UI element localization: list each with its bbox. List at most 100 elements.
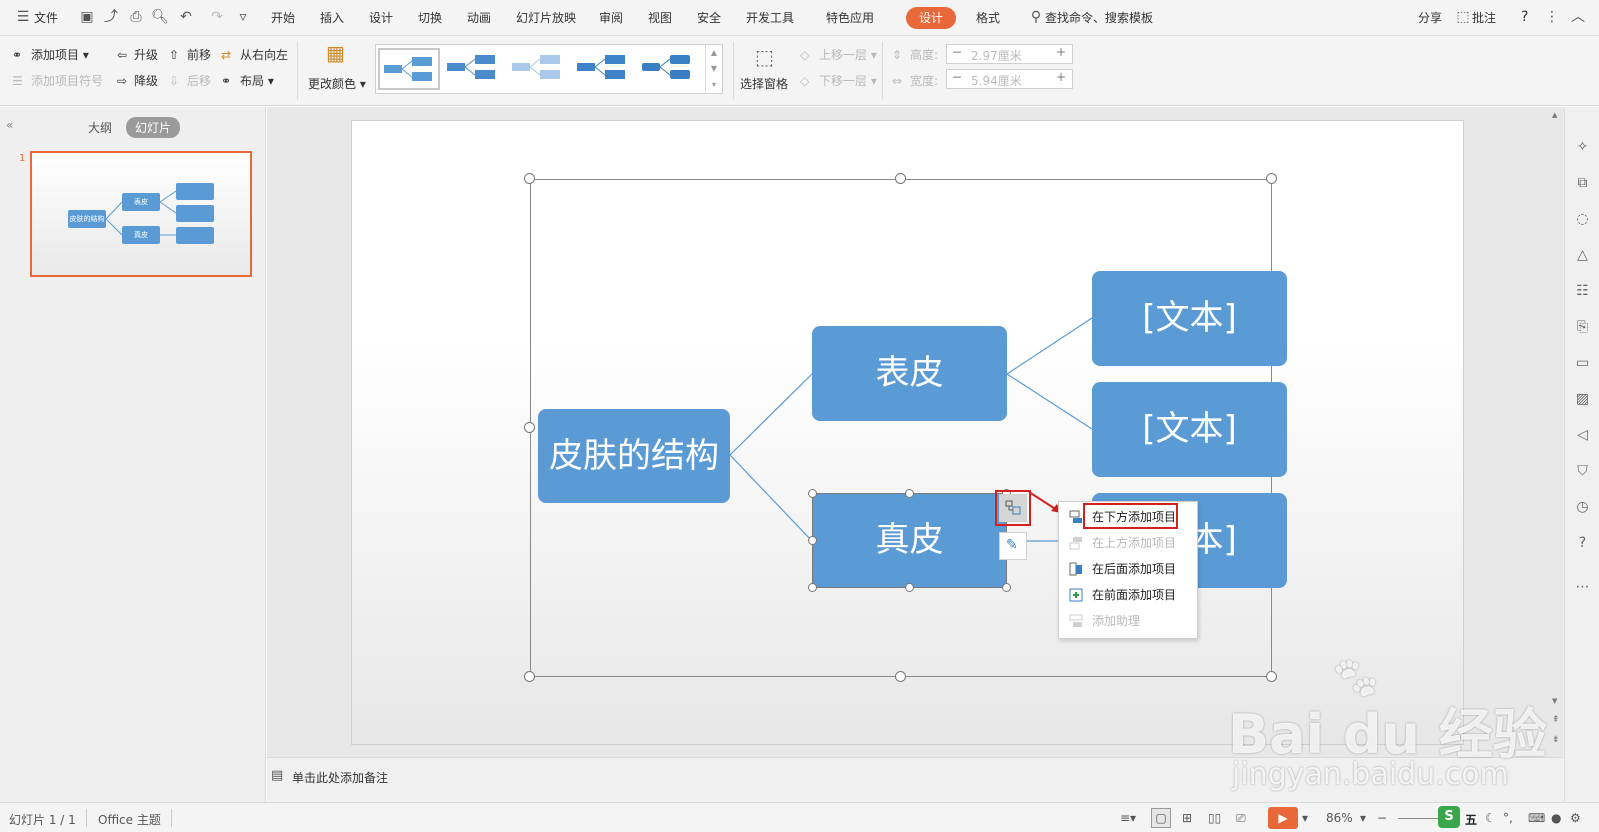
command-search[interactable]: 查找命令、搜索模板 — [1045, 9, 1153, 26]
smartart-root-node[interactable]: 皮肤的结构 — [538, 409, 730, 503]
menu-icon[interactable]: ☰ — [14, 8, 32, 26]
history-icon[interactable]: ◷ — [1574, 499, 1591, 516]
tab-review[interactable]: 审阅 — [599, 9, 623, 26]
menu-add-after[interactable]: 在后面添加项目 — [1059, 556, 1197, 582]
tab-animation[interactable]: 动画 — [467, 9, 491, 26]
print-preview-icon[interactable]: 🔍︎ — [151, 8, 169, 26]
style-option-1[interactable] — [378, 48, 440, 90]
more-dots-icon[interactable]: ⋯ — [1574, 579, 1591, 596]
menu-add-above[interactable]: 在上方添加项目 — [1059, 530, 1197, 556]
resize-handle[interactable] — [1266, 173, 1277, 184]
slide-canvas[interactable]: 皮肤的结构 表皮 真皮 [文本] [文本] [文本] — [351, 120, 1464, 745]
tab-slideshow[interactable]: 幻灯片放映 — [516, 9, 576, 26]
resize-handle[interactable] — [1266, 671, 1277, 682]
share-button[interactable]: 分享 — [1418, 9, 1442, 26]
tab-smartart-design[interactable]: 设计 — [906, 7, 956, 29]
play-slideshow-button[interactable]: ▶ — [1268, 807, 1298, 829]
theme-name[interactable]: Office 主题 — [98, 811, 161, 828]
tab-features[interactable]: 特色应用 — [826, 9, 874, 26]
presenter-view-icon[interactable]: ⎚ — [1236, 811, 1246, 826]
zoom-level[interactable]: 86% — [1326, 811, 1353, 825]
tab-start[interactable]: 开始 — [271, 9, 295, 26]
bring-forward-button[interactable]: 上移一层 ▾ — [819, 47, 877, 63]
tab-slides[interactable]: 幻灯片 — [126, 117, 181, 138]
next-slide-icon[interactable]: ⇟ — [1552, 735, 1560, 745]
menu-add-before[interactable]: 在前面添加项目 — [1059, 582, 1197, 608]
play-options-icon[interactable]: ▾ — [1302, 811, 1308, 825]
ime-mode-icon[interactable]: 五 — [1465, 811, 1477, 828]
export-icon[interactable]: ⤴ — [102, 8, 120, 26]
notes-toggle-icon[interactable]: ≡▾ — [1120, 811, 1136, 825]
normal-view-icon[interactable]: ▢ — [1151, 808, 1171, 828]
shape-icon[interactable]: ⧉ — [1574, 175, 1591, 192]
tab-transition[interactable]: 切换 — [418, 9, 442, 26]
redo-icon[interactable]: ↷ — [208, 8, 226, 26]
document-icon[interactable]: ⎘ — [1574, 319, 1591, 336]
tab-format[interactable]: 格式 — [976, 9, 1000, 26]
menu-add-assistant[interactable]: 添加助理 — [1059, 608, 1197, 634]
node-handle[interactable] — [808, 536, 817, 545]
punctuation-icon[interactable]: °, — [1503, 811, 1513, 825]
scroll-up-icon[interactable]: ▲ — [1552, 111, 1557, 119]
keyboard-icon[interactable]: ⌨ — [1528, 811, 1545, 825]
style-float-button[interactable]: ✎ — [999, 532, 1027, 560]
more-icon[interactable]: ⋮ — [1543, 8, 1561, 26]
node-handle[interactable] — [1002, 583, 1011, 592]
notes-placeholder[interactable]: 单击此处添加备注 — [292, 769, 388, 786]
collapse-ribbon-icon[interactable]: ︿ — [1569, 8, 1587, 26]
tab-developer[interactable]: 开发工具 — [746, 9, 794, 26]
smartart-leaf-node[interactable]: [文本] — [1092, 382, 1287, 477]
box-icon[interactable]: ▭ — [1574, 355, 1591, 372]
right-to-left-button[interactable]: 从右向左 — [240, 47, 288, 63]
increase-height-button[interactable]: + — [1056, 45, 1066, 59]
change-color-button[interactable]: 更改颜色 ▾ — [308, 76, 366, 92]
demote-button[interactable]: 降级 — [134, 73, 158, 89]
decrease-height-button[interactable]: − — [952, 45, 962, 59]
move-up-button[interactable]: 前移 — [187, 47, 211, 63]
resize-handle[interactable] — [524, 671, 535, 682]
vertical-scrollbar[interactable]: ▲ ▼ ⇞ ⇟ — [1548, 107, 1564, 757]
selection-pane-button[interactable]: 选择窗格 — [740, 76, 788, 92]
style-option-2[interactable] — [443, 48, 505, 90]
tab-security[interactable]: 安全 — [697, 9, 721, 26]
add-bullet-button[interactable]: 添加项目符号 — [31, 73, 103, 89]
pin-icon[interactable]: ✧ — [1574, 139, 1591, 156]
image-icon[interactable]: ▨ — [1574, 391, 1591, 408]
prev-slide-icon[interactable]: ⇞ — [1552, 715, 1560, 725]
style-option-4[interactable] — [573, 48, 635, 90]
user-icon[interactable]: ● — [1551, 811, 1561, 825]
add-item-button[interactable]: 添加项目 ▾ — [31, 47, 89, 63]
undo-icon[interactable]: ↶ — [177, 8, 195, 26]
slide-thumbnail[interactable]: 皮肤的结构 表皮 真皮 — [30, 151, 252, 277]
move-down-button[interactable]: 后移 — [187, 73, 211, 89]
quick-access-dropdown-icon[interactable]: ▿ — [234, 8, 252, 26]
tab-outline[interactable]: 大纲 — [88, 119, 112, 136]
zoom-slider[interactable] — [1398, 818, 1438, 819]
save-icon[interactable]: ▣ — [78, 8, 96, 26]
tab-insert[interactable]: 插入 — [320, 9, 344, 26]
zoom-dropdown-icon[interactable]: ▾ — [1360, 811, 1366, 825]
sound-icon[interactable]: ◁ — [1574, 427, 1591, 444]
increase-width-button[interactable]: + — [1056, 70, 1066, 84]
promote-button[interactable]: 升级 — [134, 47, 158, 63]
node-handle[interactable] — [905, 583, 914, 592]
width-stepper[interactable]: − 5.94厘米 + — [946, 69, 1073, 89]
smartart-node-epidermis[interactable]: 表皮 — [812, 326, 1007, 421]
object-icon[interactable]: ◌ — [1574, 211, 1591, 228]
collapse-panel-icon[interactable]: « — [6, 118, 13, 132]
ime-logo-icon[interactable]: S — [1438, 806, 1460, 828]
resize-handle[interactable] — [524, 173, 535, 184]
reading-view-icon[interactable]: ▯▯ — [1208, 811, 1221, 825]
scroll-down-icon[interactable]: ▼ — [1552, 697, 1557, 705]
send-backward-button[interactable]: 下移一层 ▾ — [819, 73, 877, 89]
help-button[interactable]: ? — [1521, 9, 1528, 25]
layout-button[interactable]: 布局 ▾ — [240, 73, 274, 89]
shield-icon[interactable]: ⛉ — [1574, 463, 1591, 480]
help-circle-icon[interactable]: ? — [1574, 535, 1591, 552]
resize-handle[interactable] — [895, 173, 906, 184]
tab-view[interactable]: 视图 — [648, 9, 672, 26]
style-option-3[interactable] — [508, 48, 570, 90]
resize-handle[interactable] — [895, 671, 906, 682]
resize-handle[interactable] — [524, 422, 535, 433]
zoom-out-icon[interactable]: − — [1377, 811, 1387, 825]
